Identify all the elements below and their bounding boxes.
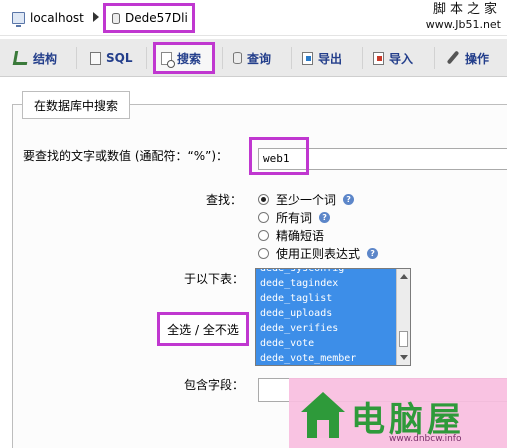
database-name[interactable]: Dede57Dli xyxy=(125,11,188,25)
operations-icon xyxy=(446,51,460,65)
breadcrumb-server[interactable]: localhost xyxy=(12,10,84,27)
option-any-word[interactable]: 至少一个词 ? xyxy=(258,191,355,208)
search-legend: 在数据库中搜索 xyxy=(22,91,130,119)
tab-bar: 结构 SQL 搜索 查询 导出 导入 操作 xyxy=(0,39,507,77)
tab-export-label: 导出 xyxy=(318,51,343,66)
tab-divider xyxy=(76,47,77,69)
fields-label: 包含字段： xyxy=(184,378,245,392)
option-any-word-label: 至少一个词 xyxy=(276,193,337,207)
server-icon xyxy=(12,12,25,27)
tab-import[interactable]: 导入 xyxy=(373,45,413,71)
tab-divider xyxy=(146,47,147,69)
structure-icon xyxy=(12,51,30,65)
logo-watermark: 电脑屋 www.dnbcw.info xyxy=(289,378,507,448)
tables-listbox[interactable]: dede_sysconfig dede_tagindex dede_taglis… xyxy=(255,268,411,366)
tables-label: 于以下表： xyxy=(184,272,245,286)
export-icon xyxy=(302,51,313,65)
scroll-thumb[interactable] xyxy=(399,331,408,347)
breadcrumb-bar: localhost Dede57Dli 脚本之家 www.Jb51.net xyxy=(0,0,507,36)
watermark-title: 脚本之家 xyxy=(432,2,501,17)
breadcrumb-arrow-icon xyxy=(93,12,99,22)
option-exact-phrase-label: 精确短语 xyxy=(276,229,325,243)
table-option[interactable]: dede_vote_member xyxy=(260,353,356,364)
breadcrumb-database[interactable]: Dede57Dli xyxy=(103,3,195,33)
option-regex-label: 使用正则表达式 xyxy=(276,247,361,261)
help-icon[interactable]: ? xyxy=(367,248,379,259)
tab-import-label: 导入 xyxy=(389,51,414,66)
tab-search-label: 搜索 xyxy=(177,51,202,66)
import-icon xyxy=(373,51,384,65)
tab-search[interactable]: 搜索 xyxy=(153,42,215,74)
radio-any-word[interactable] xyxy=(258,194,269,205)
sql-icon xyxy=(90,51,101,65)
tab-operations-label: 操作 xyxy=(465,51,490,66)
tab-structure[interactable]: 结构 xyxy=(12,45,58,71)
site-watermark: 脚本之家 www.Jb51.net xyxy=(426,2,501,32)
scroll-up-arrow-icon[interactable] xyxy=(400,274,408,279)
table-option[interactable]: dede_taglist xyxy=(260,293,332,304)
search-input-highlight xyxy=(249,137,309,175)
tab-sql[interactable]: SQL xyxy=(90,45,133,71)
select-all-toggle[interactable]: 全选 / 全不选 xyxy=(157,312,249,346)
tab-divider xyxy=(291,47,292,69)
table-option[interactable]: dede_verifies xyxy=(260,323,338,334)
search-icon xyxy=(161,51,175,68)
table-option[interactable]: dede_tagindex xyxy=(260,278,338,289)
help-icon[interactable]: ? xyxy=(343,194,355,205)
help-icon[interactable]: ? xyxy=(319,212,331,223)
search-label: 要查找的文字或数值 (通配符：“%”)： xyxy=(23,149,229,163)
tab-operations[interactable]: 操作 xyxy=(446,45,489,71)
scroll-down-arrow-icon[interactable] xyxy=(400,355,408,360)
radio-all-words[interactable] xyxy=(258,212,269,223)
database-icon xyxy=(112,12,120,24)
tab-query-label: 查询 xyxy=(247,51,272,66)
tab-divider xyxy=(222,47,223,69)
option-regex[interactable]: 使用正则表达式 ? xyxy=(258,245,379,262)
option-exact-phrase[interactable]: 精确短语 xyxy=(258,227,324,244)
option-all-words-label: 所有词 xyxy=(276,211,313,225)
table-option[interactable]: dede_vote xyxy=(260,338,314,349)
tab-divider xyxy=(434,47,435,69)
tab-sql-label: SQL xyxy=(106,51,133,65)
watermark-url: www.Jb51.net xyxy=(425,18,501,31)
house-icon xyxy=(301,392,345,412)
house-body-icon xyxy=(307,412,339,438)
tab-export[interactable]: 导出 xyxy=(302,45,342,71)
radio-exact-phrase[interactable] xyxy=(258,230,269,241)
query-icon xyxy=(233,52,242,64)
server-name[interactable]: localhost xyxy=(30,11,84,25)
table-option[interactable]: dede_uploads xyxy=(260,308,332,319)
logo-watermark-url: www.dnbcw.info xyxy=(389,434,462,444)
listbox-scrollbar[interactable] xyxy=(396,269,410,365)
tab-structure-label: 结构 xyxy=(33,51,58,66)
find-label: 查找： xyxy=(206,193,243,207)
tab-query[interactable]: 查询 xyxy=(233,45,271,71)
table-option[interactable]: dede_sysconfig xyxy=(260,269,344,274)
tab-divider xyxy=(362,47,363,69)
option-all-words[interactable]: 所有词 ? xyxy=(258,209,331,226)
radio-regex[interactable] xyxy=(258,248,269,259)
